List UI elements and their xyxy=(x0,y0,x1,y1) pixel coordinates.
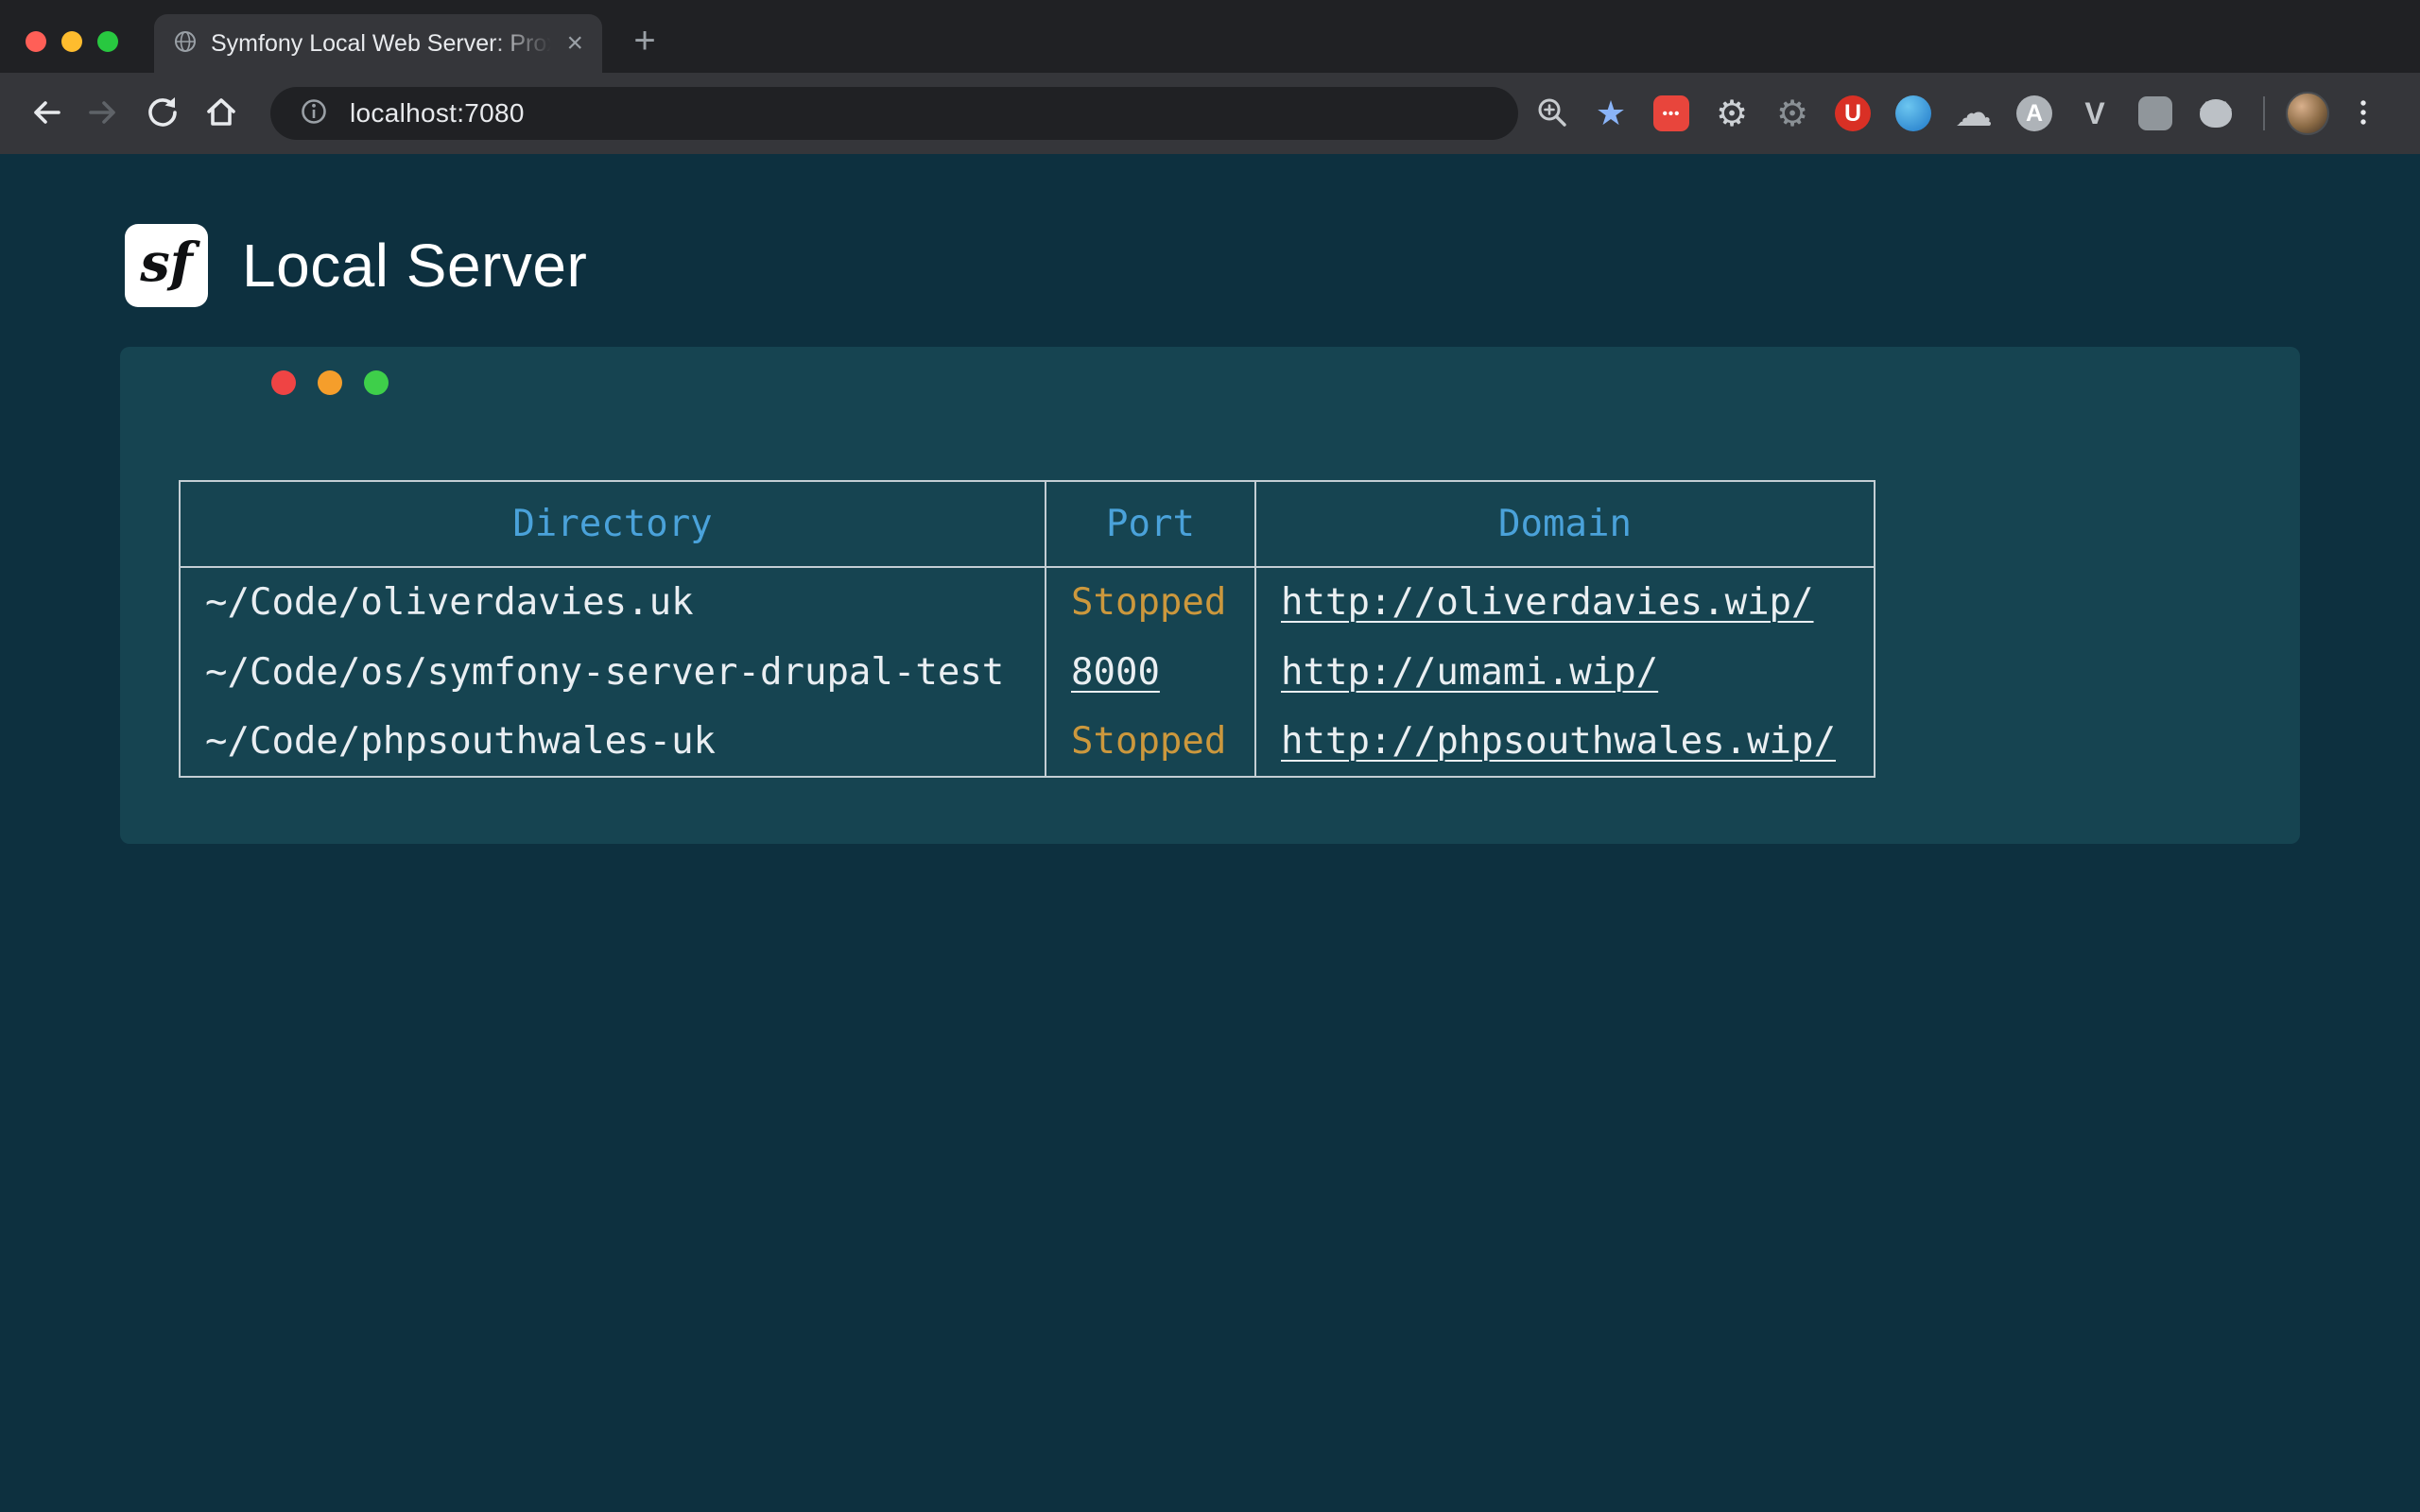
table-row: ~/Code/os/symfony-server-drupal-test 8000… xyxy=(180,637,1875,707)
home-button[interactable] xyxy=(197,89,246,138)
zoom-icon xyxy=(1531,92,1573,136)
new-tab-button[interactable]: + xyxy=(624,20,666,61)
directory-cell: ~/Code/oliverdavies.uk xyxy=(180,567,1046,637)
back-icon xyxy=(25,92,66,136)
browser-menu-button[interactable] xyxy=(2339,89,2388,138)
ublock-extension-icon-glyph: U xyxy=(1835,95,1871,131)
port-status: Stopped xyxy=(1071,720,1226,763)
gear-dark-extension-icon[interactable]: ⚙ xyxy=(1766,87,1819,140)
terminal-dots xyxy=(271,370,389,395)
domain-column-header: Domain xyxy=(1255,481,1875,567)
forward-icon xyxy=(83,92,125,136)
browser-tab[interactable]: Symfony Local Web Server: Prox × xyxy=(154,14,602,73)
toolbar-divider xyxy=(2263,96,2265,130)
logo-row: sf Local Server xyxy=(0,154,2420,307)
github-extension-icon[interactable] xyxy=(2189,87,2242,140)
domain-cell: http://phpsouthwales.wip/ xyxy=(1255,707,1875,777)
gear-extension-icon-glyph: ⚙ xyxy=(1716,93,1748,134)
tab-favicon-globe-icon xyxy=(173,29,198,59)
reload-button[interactable] xyxy=(138,89,187,138)
ublock-extension-icon[interactable]: U xyxy=(1826,87,1879,140)
browser-toolbar: localhost:7080 ★ ••• ⚙ ⚙ U ☁ AV xyxy=(0,73,2420,154)
tab-strip: Symfony Local Web Server: Prox × + xyxy=(0,0,2420,73)
port-status: Stopped xyxy=(1071,581,1226,624)
port-link[interactable]: 8000 xyxy=(1071,651,1160,694)
forward-button[interactable] xyxy=(79,89,129,138)
letter-v-extension-icon[interactable]: V xyxy=(2068,87,2121,140)
domain-link[interactable]: http://oliverdavies.wip/ xyxy=(1281,581,1814,624)
terminal-dot-green-icon xyxy=(364,370,389,395)
home-icon xyxy=(200,92,242,136)
window-zoom-button[interactable] xyxy=(97,31,118,52)
table-row: ~/Code/phpsouthwales-uk Stopped http://php… xyxy=(180,707,1875,777)
terminal-dot-red-icon xyxy=(271,370,296,395)
domain-link[interactable]: http://phpsouthwales.wip/ xyxy=(1281,720,1836,763)
gray-extension-icon-glyph xyxy=(2138,96,2172,130)
reload-icon xyxy=(142,92,183,136)
server-table: Directory Port Domain ~/Code/oliverdavie… xyxy=(179,480,1876,778)
server-table-body: ~/Code/oliverdavies.uk Stopped http://oliv… xyxy=(180,567,1875,777)
bookmark-button[interactable]: ★ xyxy=(1586,89,1635,138)
port-cell: Stopped xyxy=(1046,707,1255,777)
letter-v-extension-icon-glyph: V xyxy=(2084,96,2104,131)
window-minimize-button[interactable] xyxy=(61,31,82,52)
symfony-logo-icon: sf xyxy=(125,224,208,307)
gray-extension-icon[interactable] xyxy=(2129,87,2182,140)
cloud-extension-icon[interactable]: ☁ xyxy=(1947,87,2000,140)
zoom-button[interactable] xyxy=(1528,89,1577,138)
server-table-wrap: Directory Port Domain ~/Code/oliverdavie… xyxy=(179,480,1876,778)
window-controls xyxy=(26,31,118,52)
kebab-menu-icon xyxy=(2342,92,2384,136)
github-extension-icon-glyph xyxy=(2200,99,2232,128)
address-bar[interactable]: localhost:7080 xyxy=(270,87,1518,140)
back-button[interactable] xyxy=(21,89,70,138)
page-content: sf Local Server Directory Port Domain ~/… xyxy=(0,154,2420,1512)
site-info-icon[interactable] xyxy=(293,91,335,137)
window-close-button[interactable] xyxy=(26,31,46,52)
letter-a-extension-icon[interactable]: A xyxy=(2008,87,2061,140)
port-column-header: Port xyxy=(1046,481,1255,567)
port-cell: Stopped xyxy=(1046,567,1255,637)
page-title: Local Server xyxy=(242,231,587,301)
cloud-extension-icon-glyph: ☁ xyxy=(1955,92,1993,135)
symfony-logo-glyph: sf xyxy=(140,232,193,294)
extensions-area: ••• ⚙ ⚙ U ☁ AV xyxy=(1645,87,2242,140)
gear-dark-extension-icon-glyph: ⚙ xyxy=(1776,93,1808,134)
blue-circle-extension-icon-glyph xyxy=(1895,95,1931,131)
port-cell: 8000 xyxy=(1046,637,1255,707)
letter-a-extension-icon-glyph: A xyxy=(2016,95,2052,131)
tab-title: Symfony Local Web Server: Prox xyxy=(211,30,551,58)
directory-column-header: Directory xyxy=(180,481,1046,567)
directory-cell: ~/Code/phpsouthwales-uk xyxy=(180,707,1046,777)
server-panel: Directory Port Domain ~/Code/oliverdavie… xyxy=(120,347,2300,844)
bookmark-star-icon: ★ xyxy=(1596,96,1626,130)
blue-circle-extension-icon[interactable] xyxy=(1887,87,1940,140)
adblock-extension-icon-glyph: ••• xyxy=(1653,95,1689,131)
terminal-dot-orange-icon xyxy=(318,370,342,395)
directory-cell: ~/Code/os/symfony-server-drupal-test xyxy=(180,637,1046,707)
url-text: localhost:7080 xyxy=(350,98,525,129)
table-header-row: Directory Port Domain xyxy=(180,481,1875,567)
adblock-extension-icon[interactable]: ••• xyxy=(1645,87,1698,140)
gear-extension-icon[interactable]: ⚙ xyxy=(1705,87,1758,140)
table-row: ~/Code/oliverdavies.uk Stopped http://oliv… xyxy=(180,567,1875,637)
profile-avatar[interactable] xyxy=(2286,92,2329,135)
domain-link[interactable]: http://umami.wip/ xyxy=(1281,651,1658,694)
tab-close-icon[interactable]: × xyxy=(564,29,585,58)
domain-cell: http://oliverdavies.wip/ xyxy=(1255,567,1875,637)
domain-cell: http://umami.wip/ xyxy=(1255,637,1875,707)
